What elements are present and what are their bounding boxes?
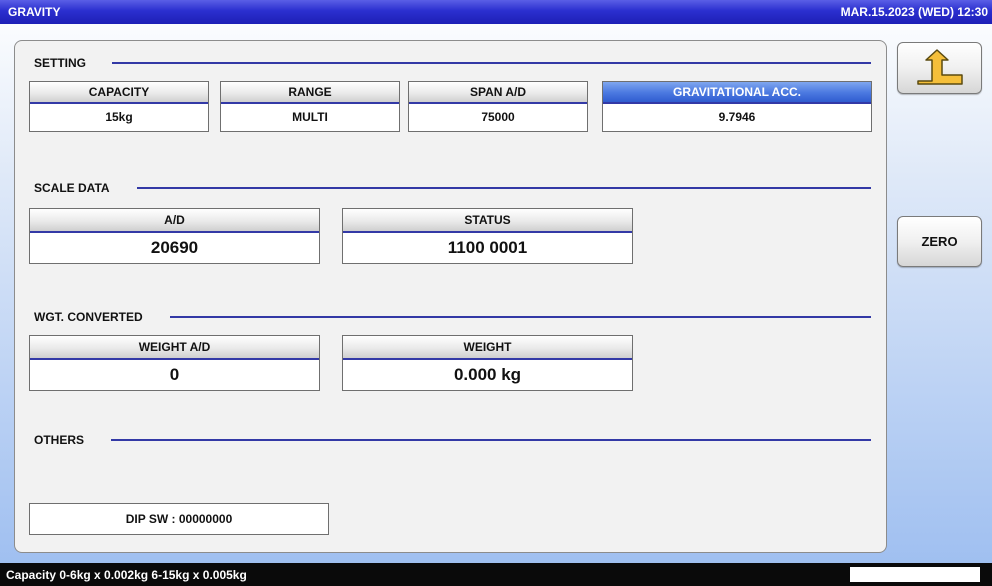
window-title: GRAVITY	[8, 5, 61, 19]
status-value: 1100 0001	[447, 238, 528, 257]
status-field: STATUS 1100 0001	[342, 208, 633, 264]
section-divider	[112, 62, 871, 64]
span-ad-label: SPAN A/D	[409, 82, 587, 104]
title-bar: GRAVITY MAR.15.2023 (WED) 12:30	[0, 0, 992, 24]
weight-value: 0.000 kg	[453, 365, 522, 384]
ad-value: 20690	[150, 238, 199, 257]
ad-label: A/D	[30, 209, 319, 233]
dip-sw-display[interactable]: DIP SW : 00000000	[29, 503, 329, 535]
weight-ad-field: WEIGHT A/D 0	[29, 335, 320, 391]
weight-label: WEIGHT	[343, 336, 632, 360]
section-divider	[111, 439, 871, 441]
status-message: Capacity 0-6kg x 0.002kg 6-15kg x 0.005k…	[6, 568, 247, 582]
back-button[interactable]	[897, 42, 982, 94]
section-title-wgt-converted: WGT. CONVERTED	[34, 310, 143, 324]
span-ad-field[interactable]: SPAN A/D 75000	[408, 81, 588, 132]
capacity-field[interactable]: CAPACITY 15kg	[29, 81, 209, 132]
gravitational-acc-label: GRAVITATIONAL ACC.	[603, 82, 871, 104]
capacity-label: CAPACITY	[30, 82, 208, 104]
section-title-scale-data: SCALE DATA	[34, 181, 110, 195]
section-divider	[170, 316, 871, 318]
weight-field: WEIGHT 0.000 kg	[342, 335, 633, 391]
gravitational-acc-field[interactable]: GRAVITATIONAL ACC. 9.7946	[602, 81, 872, 132]
status-indicator-box	[850, 567, 980, 582]
range-label: RANGE	[221, 82, 399, 104]
zero-button[interactable]: ZERO	[897, 216, 982, 267]
range-field[interactable]: RANGE MULTI	[220, 81, 400, 132]
ad-field: A/D 20690	[29, 208, 320, 264]
status-label: STATUS	[343, 209, 632, 233]
range-value: MULTI	[292, 110, 328, 124]
weight-ad-label: WEIGHT A/D	[30, 336, 319, 360]
status-bar: Capacity 0-6kg x 0.002kg 6-15kg x 0.005k…	[0, 563, 992, 586]
section-divider	[137, 187, 871, 189]
gravitational-acc-value: 9.7946	[718, 110, 756, 124]
capacity-value: 15kg	[105, 110, 133, 124]
main-panel: SETTING CAPACITY 15kg RANGE MULTI SPAN A…	[14, 40, 887, 553]
weight-ad-value: 0	[169, 365, 180, 384]
datetime-display: MAR.15.2023 (WED) 12:30	[840, 5, 988, 19]
return-arrow-icon	[916, 49, 963, 85]
section-title-others: OTHERS	[34, 433, 85, 447]
section-title-setting: SETTING	[34, 56, 87, 70]
span-ad-value: 75000	[481, 110, 515, 124]
